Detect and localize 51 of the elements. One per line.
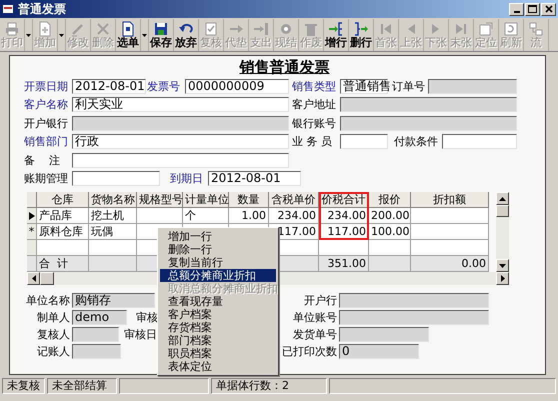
field-label: 销售部门: [24, 134, 69, 150]
column-header: 货物名称: [89, 192, 137, 208]
field-label: 已打印次数: [282, 344, 337, 359]
table-cell: 挖土机: [89, 208, 137, 224]
table-cell: 个: [183, 208, 229, 224]
field-label: 审核: [135, 310, 158, 325]
field-label: 付款条件: [394, 134, 439, 150]
field-label: 备 注: [24, 152, 61, 168]
field-label: 到期日: [170, 171, 204, 186]
field-label: 银行账号: [292, 116, 337, 131]
total-cell: 351.00: [319, 256, 369, 272]
table-cell: 234.00: [269, 208, 319, 224]
field-label: 开户银行: [24, 116, 69, 131]
field-label: 单位名称: [25, 293, 70, 308]
status-segment: 未复核: [2, 378, 45, 394]
table-cell: 产品库: [37, 208, 89, 224]
field-label: 客户名称: [24, 97, 69, 112]
total-label: 合 计: [37, 256, 89, 272]
total-cell: 0.00: [411, 256, 489, 272]
column-header: 仓库: [37, 192, 89, 208]
window-title: 普通发票: [18, 0, 67, 18]
column-header: 计量单位: [183, 192, 229, 208]
field-label: 发票号: [147, 78, 181, 94]
row-indicator: *: [27, 224, 37, 240]
form-title: 销售普通发票: [238, 57, 330, 77]
table-cell: 100.00: [369, 224, 411, 240]
field-label: 发货单号: [292, 327, 337, 342]
field-label: 复核人: [36, 327, 70, 342]
column-header: 规格型号: [137, 192, 183, 208]
table-cell: 原料仓库: [37, 224, 89, 240]
status-segment: 未全部结算: [47, 378, 117, 394]
table-cell: 1.00: [229, 208, 269, 224]
field-label: 制单人: [36, 310, 70, 325]
column-header: 折扣额: [411, 192, 489, 208]
status-segment: 单据体行数：2: [211, 378, 327, 394]
field-label: 开票日期: [24, 78, 69, 94]
field-label: 订单号: [392, 78, 426, 94]
field-label: 业 务 员: [292, 134, 333, 150]
field-label: 单位账号: [292, 310, 337, 325]
column-header: 含税单价: [269, 192, 319, 208]
column-header: 报价: [369, 192, 411, 208]
table-cell: 200.00: [369, 208, 411, 224]
field-label: 开户行: [303, 293, 337, 308]
table-cell: 玩偶: [89, 224, 137, 240]
table-cell: 234.00: [319, 208, 369, 224]
column-header: 数量: [229, 192, 269, 208]
field-label: 客户地址: [292, 97, 337, 112]
field-label: 账期管理: [24, 171, 69, 186]
field-label: 审核日: [123, 327, 157, 342]
field-label: 销售类型: [292, 78, 337, 94]
field-label: 记账人: [36, 344, 70, 359]
